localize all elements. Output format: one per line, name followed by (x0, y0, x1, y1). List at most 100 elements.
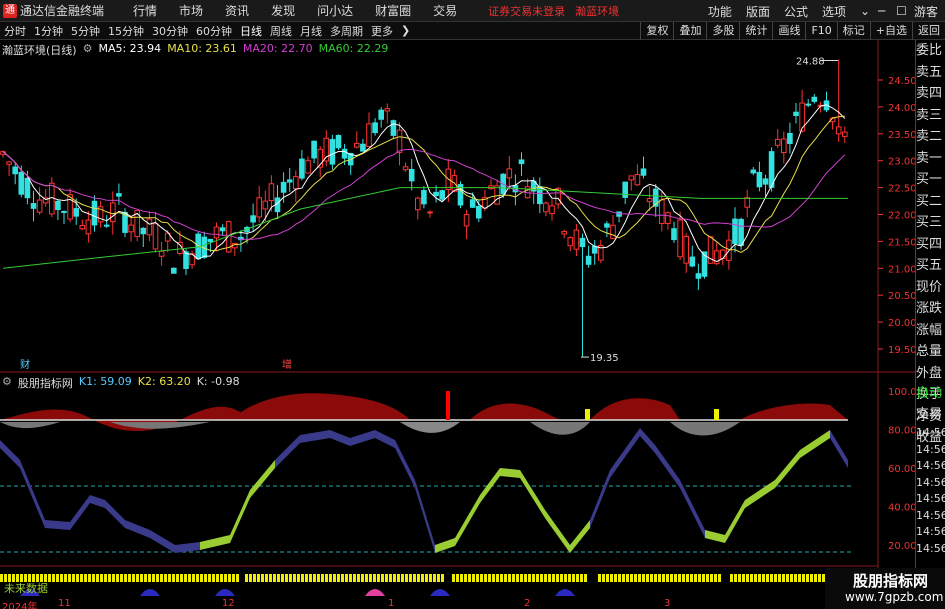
candle-body (341, 148, 348, 159)
signal-strip-cell (520, 574, 523, 582)
candle-body (262, 200, 269, 210)
indicator-settings-icon[interactable]: ⚙ (2, 375, 12, 391)
candle-body (305, 160, 311, 174)
candle-body (213, 226, 220, 239)
signal-strip-cell (492, 574, 495, 582)
menu-caifuquan[interactable]: 财富圈 (364, 2, 422, 19)
menu-banmian[interactable]: 版面 (739, 3, 777, 20)
period-weekly[interactable]: 周线 (266, 23, 296, 39)
signal-strip-cell (758, 574, 761, 582)
menu-gongshi[interactable]: 公式 (777, 3, 815, 20)
signal-strip-cell (337, 574, 340, 582)
signal-strip-cell (429, 574, 432, 582)
candle-body (732, 218, 738, 244)
candle-body (683, 235, 690, 264)
tongji-button[interactable]: 统计 (739, 22, 772, 40)
restore-down-icon[interactable]: ⌄ (853, 4, 871, 18)
add-watchlist-button[interactable]: +自选 (869, 22, 912, 40)
period-fenshi[interactable]: 分时 (0, 23, 30, 39)
signal-strip-cell (48, 574, 51, 582)
candle-body (128, 224, 134, 233)
stock-name-link[interactable]: 瀚蓝环境 (575, 3, 619, 19)
menu-jiaoyi[interactable]: 交易 (422, 2, 468, 19)
quote-field-label: 总量 (916, 344, 943, 359)
event-label-zeng[interactable]: 增 (282, 358, 292, 371)
candle-body (805, 103, 812, 106)
fuquan-button[interactable]: 复权 (640, 22, 673, 40)
period-daily[interactable]: 日线 (236, 23, 266, 39)
signal-bar-yellow (714, 409, 719, 420)
signal-strip-cell (72, 574, 75, 582)
signal-strip-cell (12, 574, 15, 582)
menu-wenxiaoda[interactable]: 问小达 (306, 2, 364, 19)
signal-strip-cell (618, 574, 621, 582)
diejia-button[interactable]: 叠加 (673, 22, 706, 40)
auto-trade-label: 自动 (916, 386, 943, 401)
maximize-icon[interactable]: ☐ (889, 4, 907, 18)
menu-hangqing[interactable]: 行情 (122, 2, 168, 19)
signal-strip-cell (160, 574, 163, 582)
candle-body (781, 138, 787, 154)
period-30min[interactable]: 30分钟 (148, 23, 192, 39)
signal-strip-cell (610, 574, 613, 582)
signal-strip-cell (100, 574, 103, 582)
signal-strip-cell (576, 574, 579, 582)
period-multi[interactable]: 多周期 (326, 23, 367, 39)
signal-strip-cell (305, 574, 308, 582)
candle-body (372, 122, 378, 134)
login-notice[interactable]: 证券交易未登录 (488, 3, 565, 19)
signal-strip-cell (782, 574, 785, 582)
menu-faxian[interactable]: 发现 (260, 2, 306, 19)
duogu-button[interactable]: 多股 (706, 22, 739, 40)
indicator-title: 股朋指标网 (17, 377, 73, 390)
signal-strip-cell (216, 574, 219, 582)
candle-body (183, 251, 189, 269)
period-15min[interactable]: 15分钟 (104, 23, 148, 39)
candle-body (152, 223, 159, 250)
watermark-line1: 股朋指标网 (853, 572, 929, 590)
signal-strip-cell (389, 574, 392, 582)
signal-strip-cell (734, 574, 737, 582)
more-chevron-icon[interactable]: ❯ (397, 24, 414, 37)
event-label-cai[interactable]: 财 (20, 358, 30, 371)
quote-side-panel: 委比 卖五 卖四 卖三 卖二 卖一 买一 买二 买三 买四 买五 现价 涨跌 涨幅 总量 外盘 换手 净资 收益 自… (915, 40, 945, 609)
menu-zixun[interactable]: 资讯 (214, 2, 260, 19)
period-more[interactable]: 更多 (367, 23, 397, 39)
signal-strip-cell (76, 574, 79, 582)
candle-body (628, 175, 635, 181)
price-tick-label: 20.50 (888, 291, 915, 302)
oscillator-ribbon (0, 440, 200, 553)
period-1min[interactable]: 1分钟 (30, 23, 67, 39)
candle-body (378, 109, 384, 120)
signal-bar-yellow (585, 409, 590, 420)
biaoji-button[interactable]: 标记 (836, 22, 870, 40)
period-monthly[interactable]: 月线 (296, 23, 326, 39)
signal-strip-cell (168, 574, 171, 582)
candle-body (219, 227, 226, 232)
menu-shichang[interactable]: 市场 (168, 2, 214, 19)
signal-strip-cell (349, 574, 352, 582)
signal-strip-cell (580, 574, 583, 582)
upper-band-red (230, 393, 410, 420)
back-button[interactable]: 返回 (912, 22, 945, 40)
signal-strip-cell (714, 574, 717, 582)
candle-body (140, 227, 147, 235)
period-5min[interactable]: 5分钟 (67, 23, 104, 39)
candle-body (390, 120, 397, 136)
candle-body (469, 199, 476, 208)
menu-gongneng[interactable]: 功能 (701, 3, 739, 20)
signal-strip-cell (144, 574, 147, 582)
settings-icon[interactable]: ⚙ (83, 42, 93, 56)
minimize-icon[interactable]: ─ (871, 4, 889, 18)
candlestick-chart[interactable]: 24.50 24.00 23.50 23.00 22.50 22.00 21.50 21.00… (0, 40, 915, 609)
f10-button[interactable]: F10 (805, 22, 836, 40)
signal-strip-cell (698, 574, 701, 582)
candle-body (366, 123, 372, 147)
menu-xuanxiang[interactable]: 选项 (815, 3, 853, 20)
candle-body (207, 238, 214, 243)
signal-strip-cell (702, 574, 705, 582)
lower-band-grey (670, 422, 740, 436)
huaxian-button[interactable]: 画线 (772, 22, 805, 40)
period-60min[interactable]: 60分钟 (192, 23, 236, 39)
guest-label[interactable]: 游客 (907, 3, 945, 20)
